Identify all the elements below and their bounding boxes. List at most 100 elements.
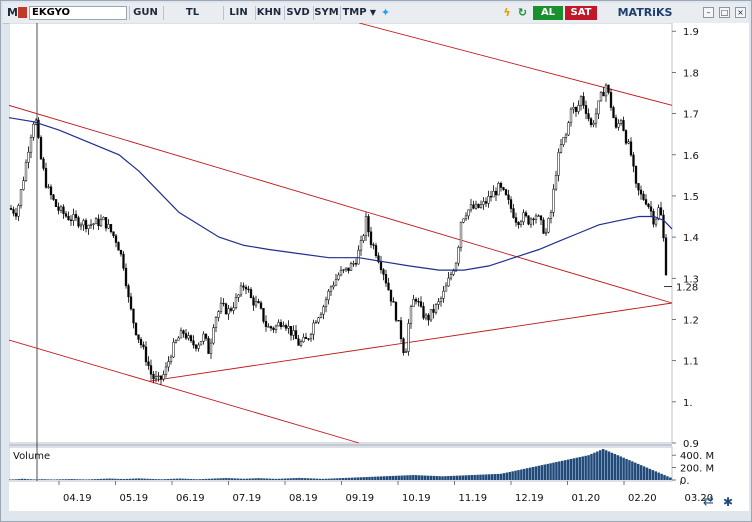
volume-bar-107 [321, 478, 325, 480]
volume-plot-area [8, 446, 673, 482]
candle-157 [402, 337, 405, 356]
candle-156 [399, 317, 403, 343]
price-chart[interactable]: 1.91.81.71.61.51.41.31.21.11.0.9 1.28 Vo… [8, 22, 749, 511]
volume-bar-164 [488, 474, 491, 480]
volume-bar-117 [350, 477, 354, 480]
chart-area: 1.9 1.8 1.7 1.6 1.5 1.4 1.3 1.2 1.1 1. 0.9 1.28 Vo… [8, 22, 749, 511]
x-tick-label-0: 04.19 [63, 493, 92, 504]
close-icon[interactable]: × [735, 7, 746, 18]
maximize-icon[interactable]: □ [719, 7, 730, 18]
volume-bar-111 [333, 478, 336, 480]
svd-button[interactable]: SVD [284, 6, 311, 20]
sell-button[interactable]: SAT [565, 6, 597, 20]
volume-bar-213 [631, 461, 634, 480]
minimize-icon[interactable]: – [703, 7, 714, 18]
menu-button[interactable]: M [7, 6, 18, 20]
currency-button[interactable]: TL [163, 6, 221, 20]
volume-bar-141 [420, 475, 424, 480]
volume-bar-218 [645, 467, 649, 480]
volume-bar-222 [657, 472, 660, 480]
volume-bar-163 [485, 474, 488, 480]
volume-bar-54 [166, 479, 170, 480]
volume-bar-93 [280, 478, 284, 480]
x-tick-label-8: 12.19 [515, 493, 544, 504]
volume-bar-83 [251, 478, 254, 480]
toolbar: M EKGYO GUN TL LIN KHN SVD SYM TMP ▼ ✦ ϟ… [3, 3, 748, 24]
volume-bar-36 [114, 478, 117, 480]
volume-bar-187 [555, 462, 558, 480]
candle-101 [262, 307, 265, 324]
volume-bar-112 [336, 478, 339, 480]
tmp-button[interactable]: TMP [340, 6, 368, 20]
volume-bar-17 [58, 479, 62, 480]
y-tick-label-1: 1.8 [683, 68, 699, 79]
volume-bar-7 [29, 479, 32, 480]
volume-bar-23 [76, 479, 79, 480]
dropdown-icon[interactable]: ▼ [368, 6, 378, 20]
volume-bar-87 [263, 478, 266, 480]
volume-bar-180 [534, 466, 538, 480]
x-tick-label-2: 06.19 [176, 493, 205, 504]
volume-bar-66 [201, 479, 205, 480]
volume-bar-110 [330, 478, 333, 480]
volume-bar-97 [292, 478, 295, 480]
volume-bar-203 [601, 449, 605, 480]
volume-bar-0 [9, 479, 12, 480]
volume-tick-label-2: 0. [680, 476, 690, 487]
volume-bar-96 [289, 478, 292, 480]
scale-button[interactable]: LIN [223, 6, 253, 20]
volume-bar-185 [549, 463, 552, 480]
volume-bar-90 [271, 478, 275, 480]
candle-155 [397, 320, 400, 322]
volume-bar-64 [195, 479, 199, 480]
volume-bar-1 [11, 479, 15, 480]
volume-bar-200 [593, 452, 596, 480]
candle-241 [612, 105, 615, 119]
volume-bar-57 [175, 478, 178, 480]
volume-bar-124 [371, 476, 374, 480]
volume-bar-129 [385, 476, 389, 480]
volume-bar-133 [397, 475, 400, 480]
volume-bar-60 [184, 478, 187, 480]
volume-bar-139 [414, 475, 418, 480]
volume-bar-193 [572, 458, 576, 480]
candle-6 [24, 159, 28, 182]
lightning-icon[interactable]: ϟ [501, 6, 513, 20]
volume-bar-81 [245, 478, 249, 480]
volume-bar-32 [102, 478, 105, 480]
volume-bar-103 [309, 478, 313, 480]
buy-button[interactable]: AL [533, 6, 563, 20]
volume-bar-126 [377, 476, 380, 480]
sym-button[interactable]: SYM [313, 6, 339, 20]
candle-4 [19, 189, 23, 209]
candle-187 [477, 203, 480, 209]
volume-bar-11 [41, 479, 44, 480]
brand-logo: MATRiKS [617, 6, 673, 19]
volume-bar-26 [84, 479, 88, 480]
volume-bar-166 [493, 474, 497, 480]
volume-bar-6 [26, 479, 30, 480]
volume-bar-198 [587, 455, 590, 480]
volume-bar-206 [610, 452, 614, 480]
symbol-input[interactable]: EKGYO [29, 6, 127, 20]
period-button[interactable]: GUN [129, 6, 161, 20]
sync-icon[interactable]: ⇄ [703, 495, 719, 509]
refresh-icon[interactable]: ↻ [516, 6, 529, 20]
settings-icon[interactable]: ✱ [723, 495, 739, 509]
volume-bar-67 [204, 478, 208, 480]
twitter-icon[interactable]: ✦ [379, 6, 392, 20]
candle-12 [39, 135, 43, 160]
menu-icon[interactable] [18, 7, 27, 18]
volume-bar-98 [295, 478, 298, 480]
volume-bar-56 [172, 478, 176, 480]
candle-159 [407, 319, 410, 356]
volume-bar-201 [596, 451, 599, 480]
volume-bar-225 [666, 476, 669, 480]
candle-180 [459, 221, 463, 252]
candle-86 [224, 302, 228, 315]
volume-bar-143 [426, 475, 430, 480]
volume-bar-21 [70, 479, 73, 480]
x-tick-label-7: 11.19 [459, 493, 488, 504]
khn-button[interactable]: KHN [255, 6, 282, 20]
volume-bar-109 [327, 478, 330, 480]
